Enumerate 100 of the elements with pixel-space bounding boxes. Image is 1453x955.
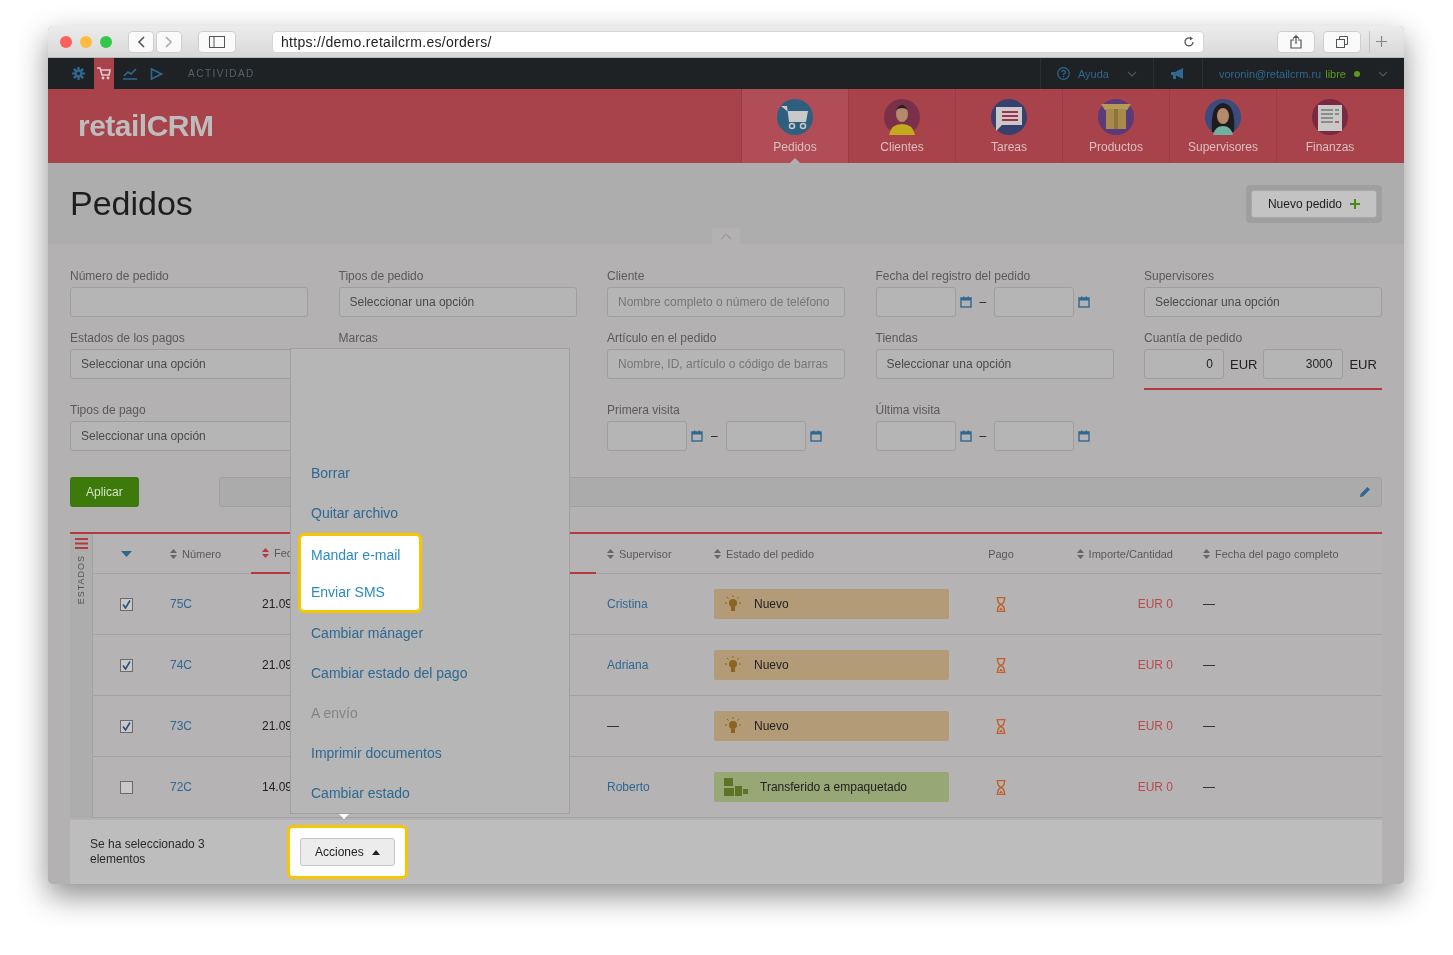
activity-label[interactable]: ACTIVIDAD (188, 68, 255, 79)
forward-button[interactable] (156, 30, 182, 53)
nav-tab[interactable]: Supervisores (1169, 89, 1276, 163)
sort-icon[interactable] (714, 548, 721, 559)
column-header[interactable]: Estado del pedido (726, 547, 815, 560)
column-header[interactable]: Pago (988, 547, 1014, 560)
chart-icon[interactable] (123, 67, 137, 80)
nav-tab[interactable]: Productos (1062, 89, 1169, 163)
menu-icon[interactable] (74, 538, 88, 549)
sort-icon[interactable] (262, 548, 269, 558)
field-label: Marcas (338, 331, 379, 345)
checkbox[interactable] (119, 780, 133, 794)
column-header[interactable]: Importe/Cantidad (1088, 547, 1173, 560)
supervisor-link[interactable]: Adriana (607, 658, 649, 672)
tabs-button[interactable] (1323, 30, 1361, 53)
menu-item[interactable]: Imprimir documentos (291, 733, 448, 773)
payment-date-text: — (1203, 597, 1215, 611)
select-field[interactable]: Seleccionar una opción (1144, 287, 1382, 317)
back-button[interactable] (128, 30, 154, 53)
checkbox[interactable] (119, 658, 133, 672)
reload-icon[interactable] (1183, 35, 1195, 48)
sort-icon[interactable] (607, 548, 614, 559)
field-label: Cliente (607, 269, 646, 283)
column-header[interactable]: Número (182, 547, 222, 560)
cart-icon (776, 98, 814, 136)
chevron-down-icon[interactable] (1126, 70, 1137, 77)
cart-icon[interactable] (97, 67, 111, 80)
megaphone-icon[interactable] (1169, 67, 1186, 80)
new-order-button[interactable]: Nuevo pedido (1250, 189, 1377, 218)
menu-item[interactable]: Enviar SMS (298, 573, 422, 613)
nav-tab[interactable]: Clientes (848, 89, 955, 163)
column-header[interactable]: Supervisor (619, 547, 672, 560)
calendar-icon[interactable] (959, 430, 972, 442)
checkbox[interactable] (119, 597, 133, 611)
caret-up-icon (371, 849, 380, 855)
menu-item[interactable]: Borrar (291, 453, 356, 493)
play-icon[interactable] (149, 67, 163, 80)
supervisor-link[interactable]: Roberto (607, 780, 650, 794)
sidebar-button[interactable] (198, 30, 236, 53)
nav-tab[interactable]: Tareas (955, 89, 1062, 163)
sort-icon[interactable] (1076, 548, 1084, 559)
menu-item[interactable]: Mandar e-mail (298, 533, 422, 573)
calendar-icon[interactable] (691, 430, 703, 442)
apply-button[interactable]: Aplicar (70, 477, 139, 507)
text-field[interactable]: Nombre completo o número de teléfono (607, 287, 845, 317)
address-bar[interactable]: https://demo.retailcrm.es/orders/ (272, 30, 1204, 53)
settings-icon[interactable] (71, 67, 85, 80)
close-icon[interactable] (60, 35, 72, 48)
order-link[interactable]: 75C (170, 597, 192, 611)
chevron-up-icon (720, 232, 732, 240)
field-label: Última visita (875, 403, 942, 417)
status-badge: Nuevo (714, 650, 949, 680)
supervisor-text: — (607, 719, 619, 733)
zoom-icon[interactable] (100, 35, 112, 48)
payment-date-text: — (1203, 780, 1215, 794)
chevron-right-icon (165, 35, 173, 48)
sort-icon[interactable] (170, 548, 177, 559)
user-email[interactable]: voronin@retailcrm.ru (1218, 67, 1322, 80)
plus-icon (1375, 36, 1387, 47)
actions-button[interactable]: Acciones (300, 838, 395, 866)
order-link[interactable]: 72C (170, 780, 192, 794)
order-link[interactable]: 74C (170, 658, 192, 672)
calendar-icon[interactable] (1078, 296, 1091, 308)
help-icon[interactable] (1056, 67, 1070, 80)
field-label: Primera visita (607, 403, 681, 417)
menu-item[interactable]: Cambiar estado del pago (291, 653, 474, 693)
order-link[interactable]: 73C (170, 719, 192, 733)
side-label[interactable]: ESTADOS (76, 555, 86, 605)
page-title: Pedidos (70, 184, 193, 223)
status-badge: Nuevo (714, 711, 949, 741)
select-field[interactable]: Seleccionar una opción (338, 287, 577, 317)
select-field[interactable]: Seleccionar una opción (875, 349, 1114, 379)
menu-item[interactable]: Cambiar estado (291, 773, 416, 813)
sort-icon[interactable] (1203, 548, 1210, 559)
text-field[interactable]: Nombre, ID, artículo o código de barras (607, 349, 845, 379)
calendar-icon[interactable] (1078, 430, 1091, 442)
lightbulb-icon (724, 595, 742, 613)
ledger-icon (1311, 98, 1349, 136)
tabs-icon (1336, 35, 1348, 48)
min-amount-field[interactable]: 0 (1144, 349, 1224, 379)
calendar-icon[interactable] (809, 430, 822, 442)
max-amount-field[interactable]: 3000 (1263, 349, 1344, 379)
field-label: Artículo en el pedido (607, 331, 718, 345)
nav-tab[interactable]: Finanzas (1276, 89, 1383, 163)
calendar-icon[interactable] (959, 296, 972, 308)
share-button[interactable] (1277, 30, 1315, 53)
column-header[interactable]: Fecha del pago completo (1215, 547, 1339, 560)
logo[interactable]: retailCRM (78, 109, 214, 143)
menu-item[interactable]: Cambiar mánager (291, 613, 430, 653)
menu-item[interactable]: Quitar archivo (291, 493, 405, 533)
checkbox[interactable] (119, 719, 133, 733)
caret-down-icon[interactable] (120, 550, 132, 557)
chevron-down-icon[interactable] (1378, 70, 1388, 77)
status-dot (1354, 70, 1360, 77)
field-label: Tipos de pago (70, 403, 147, 417)
pencil-icon[interactable] (1359, 486, 1371, 498)
help-link[interactable]: Ayuda (1077, 67, 1109, 80)
nav-tab[interactable]: Pedidos (741, 89, 848, 163)
field-label: Número de pedido (70, 269, 170, 283)
supervisor-link[interactable]: Cristina (607, 597, 648, 611)
